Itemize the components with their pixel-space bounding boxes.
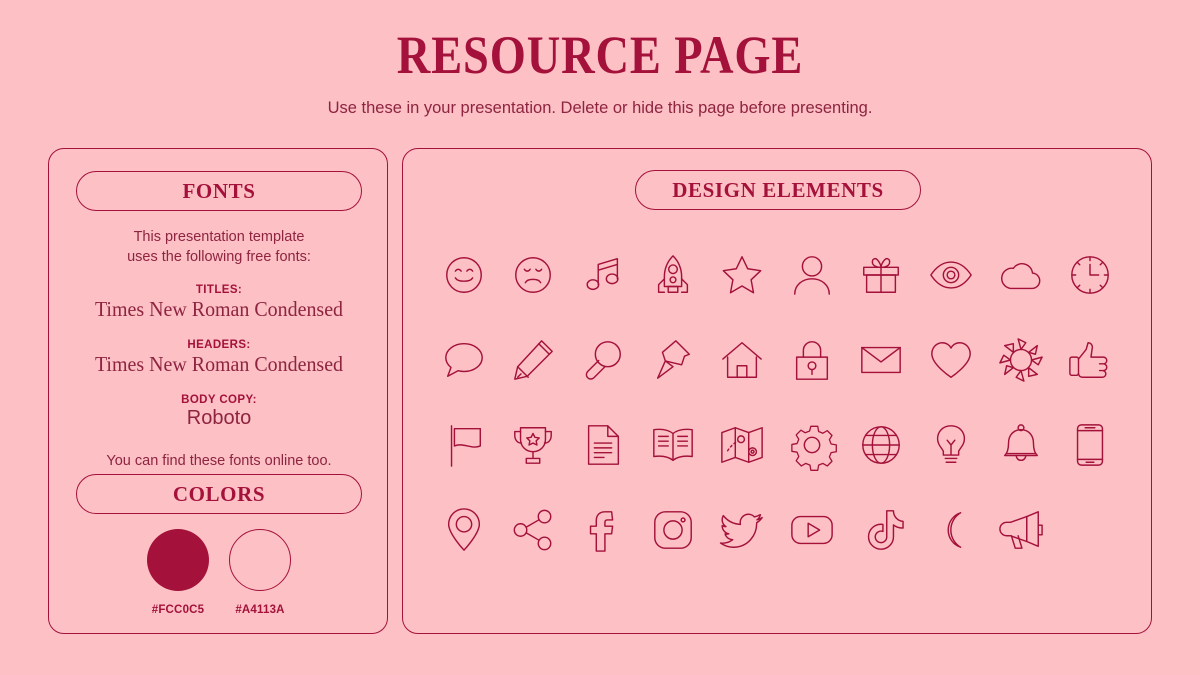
share-icon[interactable] — [505, 502, 561, 558]
lock-icon[interactable] — [784, 332, 840, 388]
color-swatch-outline[interactable] — [229, 529, 291, 591]
eye-icon[interactable] — [923, 247, 979, 303]
globe-icon[interactable] — [853, 417, 909, 473]
page-title: RESOURCE PAGE — [396, 25, 804, 85]
trophy-icon[interactable] — [505, 417, 561, 473]
font-name-headers: Times New Roman Condensed — [94, 352, 344, 376]
colors-header-label: COLORS — [172, 481, 266, 506]
color-swatch-hex: #A4113A — [235, 604, 285, 616]
color-swatch-cell[interactable]: #A4113A — [222, 529, 298, 616]
speech-bubble-icon[interactable] — [436, 332, 492, 388]
fonts-header-label: FONTS — [182, 178, 256, 203]
font-label-titles: TITLES: — [195, 284, 243, 296]
lightbulb-icon[interactable] — [923, 417, 979, 473]
fonts-body: This presentation template uses the foll… — [49, 227, 389, 469]
color-swatch-row: #FCC0C5 #A4113A — [49, 529, 389, 616]
push-pin-icon[interactable] — [645, 332, 701, 388]
design-elements-header-pill: DESIGN ELEMENTS — [635, 170, 921, 210]
moon-icon[interactable] — [923, 502, 979, 558]
icon-grid — [429, 232, 1125, 572]
star-icon[interactable] — [714, 247, 770, 303]
person-icon[interactable] — [784, 247, 840, 303]
cloud-icon[interactable] — [993, 247, 1049, 303]
font-group-body-copy: BODY COPY: Roboto — [49, 394, 389, 430]
open-book-icon[interactable] — [645, 417, 701, 473]
facebook-icon[interactable] — [575, 502, 631, 558]
bell-icon[interactable] — [993, 417, 1049, 473]
youtube-icon[interactable] — [784, 502, 840, 558]
house-icon[interactable] — [714, 332, 770, 388]
instagram-icon[interactable] — [645, 502, 701, 558]
heart-icon[interactable] — [923, 332, 979, 388]
font-label-headers: HEADERS: — [187, 339, 251, 351]
design-elements-panel: DESIGN ELEMENTS — [402, 148, 1152, 634]
magnifying-glass-icon[interactable] — [575, 332, 631, 388]
fonts-header-pill: FONTS — [76, 171, 362, 211]
clock-icon[interactable] — [1062, 247, 1118, 303]
colors-header-pill: COLORS — [76, 474, 362, 514]
font-name-titles: Times New Roman Condensed — [94, 297, 344, 321]
flag-icon[interactable] — [436, 417, 492, 473]
fonts-outro: You can find these fonts online too. — [106, 453, 332, 469]
fonts-intro: This presentation template uses the foll… — [49, 227, 389, 267]
music-note-icon[interactable] — [575, 247, 631, 303]
fonts-intro-line-1: This presentation template — [133, 229, 305, 245]
megaphone-icon[interactable] — [993, 502, 1049, 558]
envelope-icon[interactable] — [853, 332, 909, 388]
page-subtitle: Use these in your presentation. Delete o… — [327, 99, 873, 117]
pencil-icon[interactable] — [505, 332, 561, 388]
folded-map-icon[interactable] — [714, 417, 770, 473]
color-swatch-hex: #FCC0C5 — [151, 604, 205, 616]
color-swatch-cell[interactable]: #FCC0C5 — [140, 529, 216, 616]
gear-icon[interactable] — [784, 417, 840, 473]
rocket-icon[interactable] — [645, 247, 701, 303]
fonts-and-colors-panel: FONTS This presentation template uses th… — [48, 148, 388, 634]
design-elements-header-label: DESIGN ELEMENTS — [672, 177, 884, 202]
color-swatch-filled[interactable] — [147, 529, 209, 591]
font-name-body-copy: Roboto — [186, 407, 252, 429]
sad-face-icon[interactable] — [505, 247, 561, 303]
font-label-body-copy: BODY COPY: — [181, 394, 257, 406]
font-group-headers: HEADERS: Times New Roman Condensed — [49, 339, 389, 377]
fonts-intro-line-2: uses the following free fonts: — [127, 249, 311, 265]
thumbs-up-icon[interactable] — [1062, 332, 1118, 388]
twitter-icon[interactable] — [714, 502, 770, 558]
gift-icon[interactable] — [853, 247, 909, 303]
font-group-titles: TITLES: Times New Roman Condensed — [49, 284, 389, 322]
smiley-face-icon[interactable] — [436, 247, 492, 303]
location-pin-icon[interactable] — [436, 502, 492, 558]
document-icon[interactable] — [575, 417, 631, 473]
sun-icon[interactable] — [993, 332, 1049, 388]
tiktok-icon[interactable] — [853, 502, 909, 558]
smartphone-icon[interactable] — [1062, 417, 1118, 473]
